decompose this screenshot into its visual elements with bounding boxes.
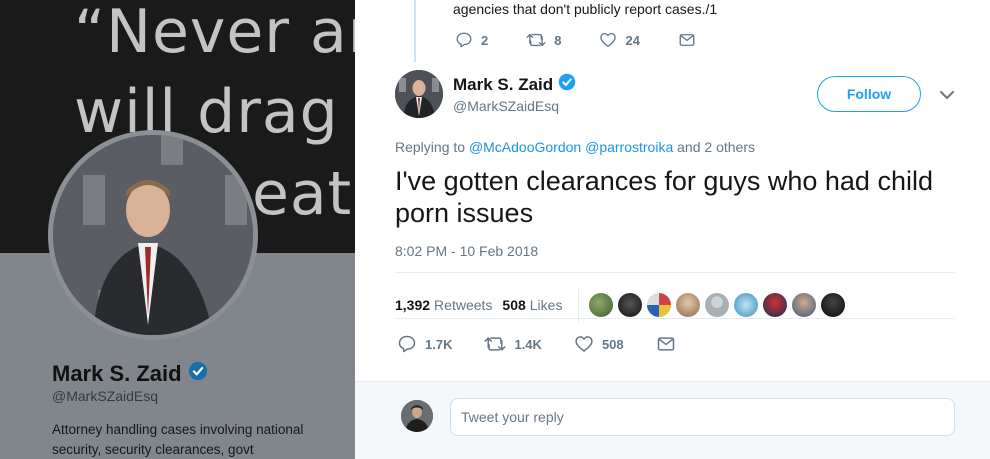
previous-tweet-text: agencies that don't publicly report case… [453, 1, 718, 17]
retweet-button[interactable]: 1.4K [484, 334, 542, 354]
liker-avatar[interactable] [618, 293, 643, 317]
author-avatar-image [395, 70, 443, 118]
verified-badge-icon [188, 361, 208, 387]
retweets-label: Retweets [434, 297, 493, 313]
reply-icon [397, 334, 417, 354]
reply-count: 1.7K [425, 336, 453, 352]
tweet-stats: 1,392 Retweets 508 Likes [395, 288, 846, 322]
message-icon [678, 31, 696, 49]
profile-name-text: Mark S. Zaid [52, 361, 182, 386]
liker-avatar[interactable] [676, 293, 701, 317]
like-button[interactable]: 24 [599, 31, 640, 49]
tweet-modal: agencies that don't publicly report case… [355, 0, 990, 459]
mention-link[interactable]: @McAdooGordon [469, 139, 581, 155]
like-button[interactable]: 508 [574, 334, 624, 354]
like-icon [574, 334, 594, 354]
likes-label: Likes [529, 297, 563, 313]
banner-text-line: will drag y [74, 77, 396, 147]
retweet-count: 8 [554, 32, 562, 48]
author-handle[interactable]: @MarkSZaidEsq [453, 98, 559, 114]
profile-name: Mark S. Zaid [52, 361, 208, 387]
author-avatar[interactable] [395, 70, 443, 118]
liker-avatar[interactable] [734, 293, 759, 317]
replying-prefix: Replying to [395, 139, 466, 155]
previous-tweet-actions: 2 8 24 [455, 31, 734, 49]
direct-message-button[interactable] [678, 31, 696, 49]
liker-avatar[interactable] [763, 293, 788, 317]
liker-avatar[interactable] [589, 293, 614, 317]
reply-count: 2 [481, 32, 489, 48]
likes-total: 508 [502, 297, 526, 313]
retweet-icon [484, 334, 506, 354]
liker-avatar[interactable] [821, 293, 846, 317]
liker-avatar[interactable] [647, 293, 672, 317]
mention-link[interactable]: @parrostroika [585, 139, 673, 155]
retweets-total: 1,392 [395, 297, 431, 313]
profile-bio: Attorney handling cases involving nation… [52, 422, 304, 457]
like-count: 24 [625, 32, 640, 48]
reply-input[interactable] [450, 398, 955, 436]
current-user-avatar[interactable] [401, 400, 433, 432]
tweet-text: I've gotten clearances for guys who had … [395, 166, 933, 228]
like-icon [599, 31, 617, 49]
direct-message-button[interactable] [656, 334, 676, 354]
reply-button[interactable]: 1.7K [397, 334, 452, 354]
like-count: 508 [601, 336, 624, 352]
author-name[interactable]: Mark S. Zaid [453, 73, 576, 96]
profile-handle: @MarkSZaidEsq [52, 388, 159, 404]
follow-button[interactable]: Follow [817, 76, 921, 112]
divider [395, 272, 955, 273]
reply-composer [355, 381, 990, 459]
likes-stat[interactable]: 508 Likes [502, 297, 562, 313]
author-name-text: Mark S. Zaid [453, 74, 554, 94]
current-user-avatar-image [401, 400, 433, 432]
reply-icon [455, 31, 473, 49]
avatar-photo-image [53, 135, 253, 335]
divider [578, 288, 580, 322]
replying-to: Replying to @McAdooGordon @parrostroika … [395, 139, 755, 155]
tweet-actions: 1.7K 1.4K 508 [397, 334, 708, 354]
liker-avatar[interactable] [792, 293, 817, 317]
verified-badge-icon [558, 73, 576, 96]
retweet-icon [526, 31, 546, 49]
retweet-button[interactable]: 8 [526, 31, 561, 49]
tweet-timestamp[interactable]: 8:02 PM - 10 Feb 2018 [395, 243, 538, 259]
retweet-count: 1.4K [514, 336, 542, 352]
chevron-down-icon[interactable] [939, 88, 955, 106]
liker-avatars [589, 293, 846, 317]
liker-avatar[interactable] [705, 293, 730, 317]
replying-others[interactable]: and 2 others [677, 139, 755, 155]
message-icon [656, 334, 676, 354]
banner-text-line: eat [252, 159, 353, 229]
retweets-stat[interactable]: 1,392 Retweets [395, 297, 492, 313]
divider [395, 318, 955, 319]
profile-avatar[interactable] [48, 130, 258, 340]
reply-button[interactable]: 2 [455, 31, 488, 49]
thread-connector-line [414, 0, 416, 62]
